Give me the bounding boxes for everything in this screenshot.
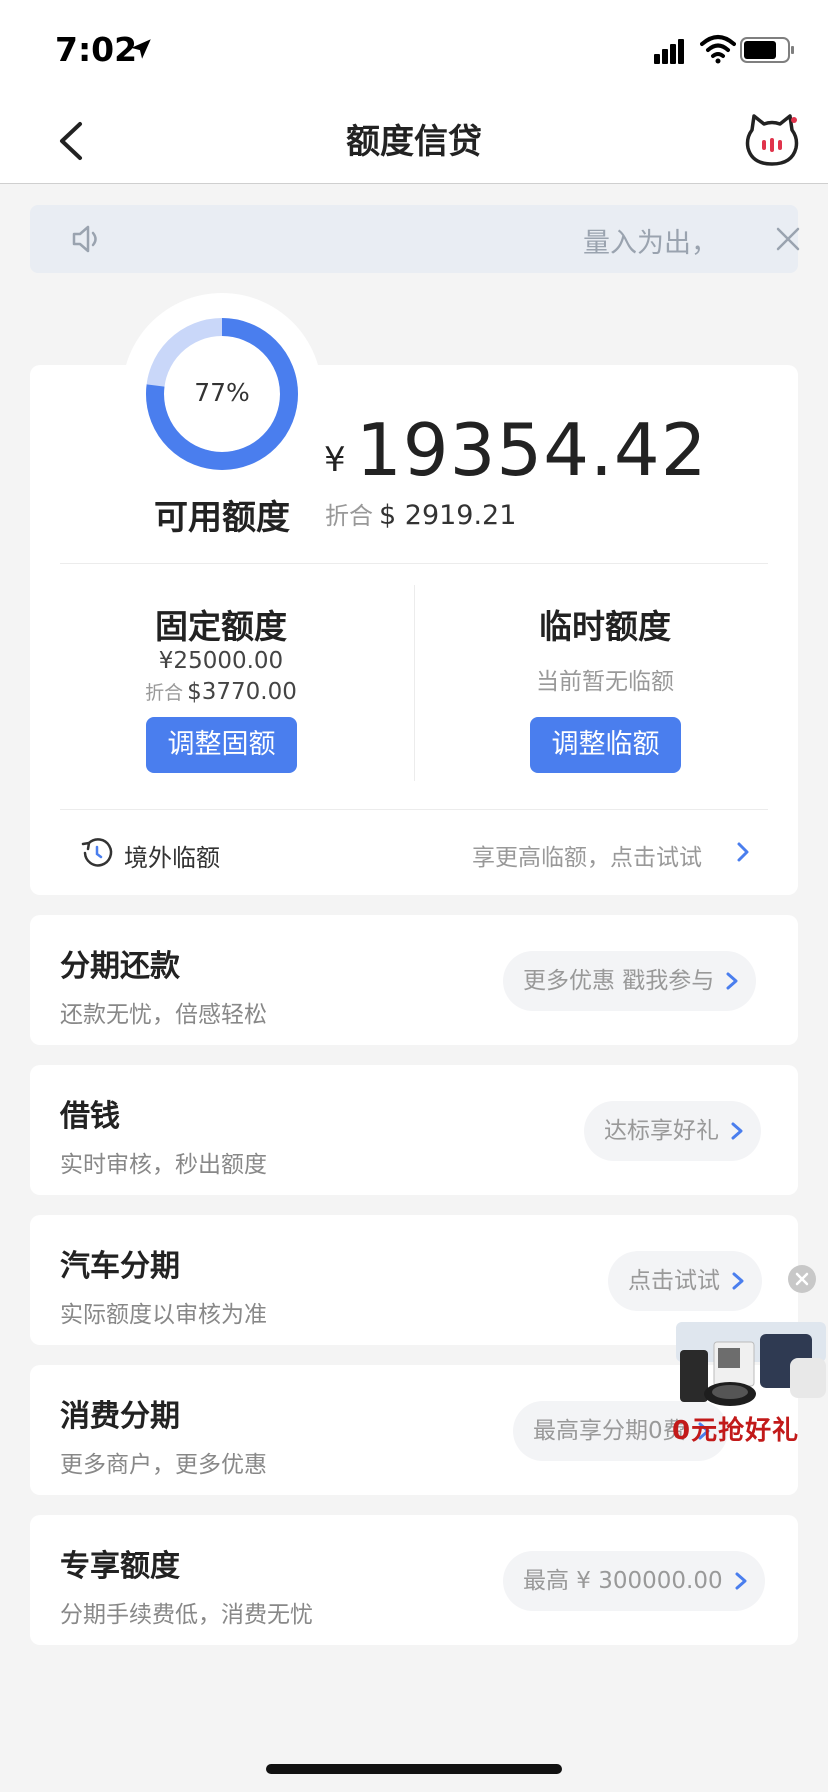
location-arrow-icon bbox=[131, 39, 151, 59]
cellular-signal-icon bbox=[654, 39, 684, 64]
chevron-right-icon[interactable] bbox=[732, 840, 754, 864]
product-subtitle: 分期手续费低，消费无忧 bbox=[60, 1602, 313, 1628]
chevron-right-icon bbox=[735, 1572, 747, 1590]
product-title: 专享额度 bbox=[60, 1549, 180, 1584]
promo-gift-image[interactable] bbox=[670, 1312, 828, 1412]
battery-icon bbox=[740, 37, 794, 63]
chevron-right-icon bbox=[731, 1122, 743, 1140]
chevron-right-icon bbox=[732, 1272, 744, 1290]
product-promo-pill[interactable]: 点击试试 bbox=[608, 1251, 762, 1311]
speaker-icon bbox=[72, 225, 97, 253]
overseas-limit-label[interactable]: 境外临额 bbox=[124, 838, 220, 873]
fixed-limit-usd: $3770.00 bbox=[187, 679, 297, 705]
product-title: 借钱 bbox=[60, 1099, 120, 1134]
product-promo-text: 达标享好礼 bbox=[604, 1118, 719, 1144]
converted-label: 折合 bbox=[325, 502, 373, 530]
product-promo-text: 最高 ¥ 300000.00 bbox=[523, 1568, 723, 1594]
fixed-limit-usd-row: 折合 $3770.00 bbox=[91, 678, 351, 705]
product-title: 汽车分期 bbox=[60, 1249, 180, 1284]
promo-ad-label[interactable]: 0元抢好礼 bbox=[672, 1410, 799, 1447]
available-credit-label: 可用额度 bbox=[154, 498, 290, 538]
fixed-limit-cny: ¥25000.00 bbox=[158, 648, 284, 674]
customer-service-mascot-icon[interactable] bbox=[744, 112, 800, 168]
ad-close-icon[interactable] bbox=[787, 1264, 817, 1294]
product-card-installment-repayment[interactable]: 分期还款 还款无忧，倍感轻松 更多优惠 戳我参与 bbox=[30, 915, 798, 1045]
wifi-icon bbox=[700, 35, 736, 64]
currency-symbol: ¥ bbox=[324, 440, 346, 480]
notice-bar[interactable]: 量入为出， bbox=[30, 205, 800, 273]
close-icon[interactable] bbox=[774, 225, 802, 253]
adjust-fixed-limit-button[interactable]: 调整固额 bbox=[146, 717, 297, 773]
chevron-right-icon bbox=[726, 972, 738, 990]
overseas-limit-hint[interactable]: 享更高临额，点击试试 bbox=[472, 838, 702, 872]
converted-amount-row: 折合 $ 2919.21 bbox=[325, 496, 516, 531]
divider bbox=[60, 563, 768, 564]
page-title: 额度信贷 bbox=[346, 122, 482, 162]
product-promo-text: 点击试试 bbox=[628, 1268, 720, 1294]
adjust-temp-limit-button[interactable]: 调整临额 bbox=[530, 717, 681, 773]
temp-limit-status: 当前暂无临额 bbox=[536, 669, 674, 695]
available-credit-amount: 19354.42 bbox=[356, 408, 708, 492]
product-promo-text: 最高享分期0费 bbox=[533, 1418, 686, 1444]
product-promo-pill[interactable]: 达标享好礼 bbox=[584, 1101, 761, 1161]
usage-percent-label: 77% bbox=[194, 378, 250, 407]
product-title: 分期还款 bbox=[60, 949, 180, 984]
product-subtitle: 实际额度以审核为准 bbox=[60, 1302, 267, 1328]
product-card-borrow[interactable]: 借钱 实时审核，秒出额度 达标享好礼 bbox=[30, 1065, 798, 1195]
home-indicator bbox=[266, 1764, 562, 1774]
product-promo-pill[interactable]: 最高 ¥ 300000.00 bbox=[503, 1551, 765, 1611]
product-title: 消费分期 bbox=[60, 1399, 180, 1434]
nav-bar: 额度信贷 bbox=[0, 96, 828, 184]
product-promo-pill[interactable]: 更多优惠 戳我参与 bbox=[503, 951, 757, 1011]
fixed-limit-title: 固定额度 bbox=[155, 607, 287, 646]
notice-text: 量入为出， bbox=[583, 228, 718, 259]
temp-limit-title: 临时额度 bbox=[539, 607, 671, 646]
product-promo-text: 更多优惠 戳我参与 bbox=[523, 968, 715, 994]
status-bar: 7:02 bbox=[0, 0, 828, 96]
converted-label: 折合 bbox=[145, 682, 184, 704]
product-subtitle: 更多商户，更多优惠 bbox=[60, 1452, 267, 1478]
product-subtitle: 还款无忧，倍感轻松 bbox=[60, 1002, 267, 1028]
product-subtitle: 实时审核，秒出额度 bbox=[60, 1152, 267, 1178]
product-card-exclusive-limit[interactable]: 专享额度 分期手续费低，消费无忧 最高 ¥ 300000.00 bbox=[30, 1515, 798, 1645]
converted-amount: $ 2919.21 bbox=[379, 500, 517, 531]
divider bbox=[414, 585, 415, 781]
overseas-limit-icon bbox=[81, 838, 113, 867]
status-time: 7:02 bbox=[55, 30, 138, 69]
divider bbox=[60, 809, 768, 810]
